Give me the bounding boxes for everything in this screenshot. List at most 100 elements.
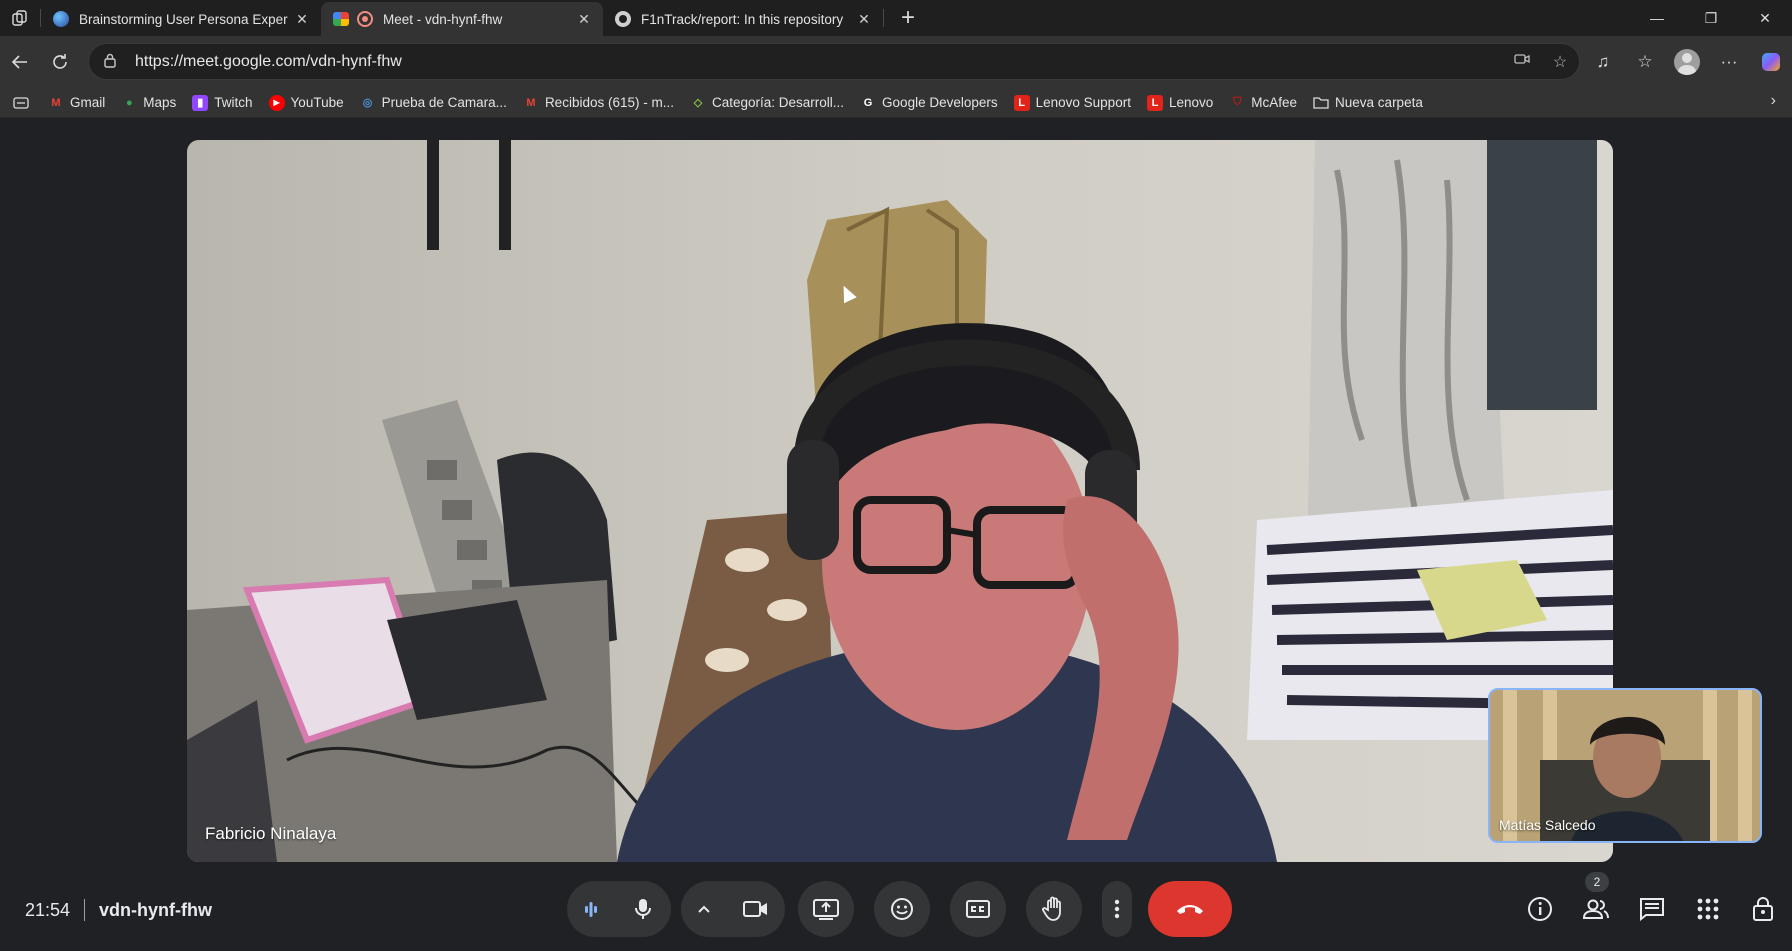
new-tab-button[interactable]: + bbox=[890, 0, 926, 36]
github-icon bbox=[615, 11, 631, 27]
chevron-right-icon[interactable]: › bbox=[1771, 92, 1776, 110]
google-icon: G bbox=[863, 96, 873, 109]
workspaces-icon[interactable] bbox=[0, 0, 40, 36]
bookmarks-bar: M Gmail ● Maps ▮ Twitch ▶ YouTube ◎ Prueba de… bbox=[0, 88, 1792, 118]
close-tab-icon[interactable]: ✕ bbox=[293, 10, 311, 28]
people-icon bbox=[1582, 899, 1609, 919]
bookmark-label: Maps bbox=[143, 95, 177, 110]
reactions-button[interactable] bbox=[874, 881, 930, 937]
present-screen-button[interactable] bbox=[798, 881, 854, 937]
bookmark-maps[interactable]: ● Maps bbox=[114, 90, 185, 116]
close-tab-icon[interactable]: ✕ bbox=[575, 10, 593, 28]
favorites-icon[interactable]: ☆ bbox=[1624, 36, 1666, 88]
host-controls-button[interactable] bbox=[1736, 881, 1792, 937]
url-text[interactable]: https://meet.google.com/vdn-hynf-fhw bbox=[135, 53, 1503, 71]
back-button[interactable] bbox=[0, 42, 40, 82]
more-menu-icon[interactable]: ··· bbox=[1708, 36, 1750, 88]
address-bar[interactable]: https://meet.google.com/vdn-hynf-fhw ☆ bbox=[88, 43, 1580, 80]
maps-icon: ● bbox=[125, 96, 133, 109]
minimize-button[interactable]: — bbox=[1630, 0, 1684, 36]
folder-icon bbox=[1313, 95, 1329, 111]
participant-name: Fabricio Ninalaya bbox=[205, 824, 337, 843]
bookmark-label: YouTube bbox=[290, 95, 344, 110]
chevron-up-icon[interactable] bbox=[697, 904, 711, 914]
info-icon bbox=[1528, 897, 1552, 921]
bookmark-label: Twitch bbox=[214, 95, 253, 110]
bookmark-twitch[interactable]: ▮ Twitch bbox=[185, 90, 261, 116]
bookmark-label: Prueba de Camara... bbox=[381, 95, 507, 110]
bookmark-inbox[interactable]: M Recibidos (615) - m... bbox=[516, 90, 683, 116]
meeting-code: vdn-hynf-fhw bbox=[99, 899, 213, 920]
tab-brainstorming[interactable]: Brainstorming User Persona Exper ✕ bbox=[41, 2, 321, 36]
tab-title: Brainstorming User Persona Exper bbox=[79, 11, 288, 27]
bookmark-label: Categoría: Desarroll... bbox=[711, 95, 845, 110]
microphone-button[interactable] bbox=[632, 897, 654, 921]
camera-control-group bbox=[681, 881, 785, 937]
bookmark-label: Lenovo bbox=[1168, 95, 1214, 110]
leave-call-button[interactable] bbox=[1148, 881, 1232, 937]
activities-button[interactable] bbox=[1680, 881, 1736, 937]
twitch-icon: ▮ bbox=[192, 94, 209, 111]
bookmark-lenovo-support[interactable]: L Lenovo Support bbox=[1007, 90, 1140, 116]
bookmark-label: McAfee bbox=[1251, 95, 1298, 110]
captions-button[interactable] bbox=[950, 881, 1006, 937]
avatar bbox=[1674, 49, 1700, 75]
meeting-info: 21:54 vdn-hynf-fhw bbox=[25, 899, 212, 921]
lenovo-icon: L bbox=[1146, 94, 1163, 111]
copilot-sidebar-icon[interactable] bbox=[1750, 36, 1792, 88]
tab-strip: Brainstorming User Persona Exper ✕ Meet … bbox=[0, 0, 1792, 36]
divider bbox=[84, 899, 86, 921]
bookmark-mcafee[interactable]: ⛉ McAfee bbox=[1222, 90, 1306, 116]
self-participant-name: Matías Salcedo bbox=[1499, 817, 1596, 833]
mic-control-group bbox=[567, 881, 671, 937]
bookmark-label: Lenovo Support bbox=[1035, 95, 1131, 110]
meet-control-bar: 21:54 vdn-hynf-fhw 2 bbox=[0, 855, 1792, 951]
chat-button[interactable] bbox=[1624, 881, 1680, 937]
bookmarks-menu-icon[interactable] bbox=[6, 90, 41, 116]
self-view-tile[interactable]: Matías Salcedo bbox=[1488, 688, 1762, 843]
bookmark-lenovo[interactable]: L Lenovo bbox=[1140, 90, 1222, 116]
main-video-tile[interactable]: Fabricio Ninalaya bbox=[187, 140, 1613, 862]
people-button[interactable]: 2 bbox=[1568, 872, 1624, 937]
bookmark-label: Google Developers bbox=[882, 95, 998, 110]
lenovo-icon: L bbox=[1013, 94, 1030, 111]
bookmark-label: Nueva carpeta bbox=[1335, 95, 1423, 110]
bookmark-category[interactable]: ◇ Categoría: Desarroll... bbox=[683, 90, 853, 116]
camera-in-use-icon[interactable] bbox=[1503, 52, 1541, 71]
camera-test-icon: ◎ bbox=[362, 97, 373, 109]
bookmark-folder[interactable]: Nueva carpeta bbox=[1306, 90, 1432, 116]
bookmark-youtube[interactable]: ▶ YouTube bbox=[262, 90, 353, 116]
bookmark-label: Gmail bbox=[70, 95, 106, 110]
refresh-button[interactable] bbox=[40, 42, 80, 82]
close-window-button[interactable]: ✕ bbox=[1738, 0, 1792, 36]
mcafee-icon: ⛉ bbox=[1233, 96, 1242, 108]
tab-github[interactable]: F1nTrack/report: In this repository ✕ bbox=[603, 2, 883, 36]
meeting-details-button[interactable] bbox=[1512, 881, 1568, 937]
diamond-icon: ◇ bbox=[693, 97, 703, 109]
meet-call-view: Fabricio Ninalaya Matías Salcedo bbox=[0, 119, 1792, 951]
read-aloud-icon[interactable]: ♫ bbox=[1582, 36, 1624, 88]
more-options-button[interactable] bbox=[1102, 881, 1132, 937]
bookmark-google-developers[interactable]: G Google Developers bbox=[853, 90, 1007, 116]
profile-icon[interactable] bbox=[1666, 36, 1708, 88]
tab-separator bbox=[883, 9, 884, 27]
toolbar-actions: ♫ ☆ ··· bbox=[1582, 36, 1792, 88]
restore-button[interactable]: ❐ bbox=[1684, 0, 1738, 36]
raise-hand-button[interactable] bbox=[1026, 881, 1082, 937]
participant-video bbox=[187, 140, 1613, 862]
tab-meet[interactable]: Meet - vdn-hynf-fhw ✕ bbox=[321, 2, 603, 36]
clock: 21:54 bbox=[25, 899, 71, 920]
call-side-actions: 2 bbox=[1512, 872, 1792, 937]
lock-person-icon bbox=[1753, 897, 1773, 921]
audio-level-icon bbox=[584, 899, 598, 919]
gmail-icon: M bbox=[51, 96, 61, 109]
bookmark-camera-test[interactable]: ◎ Prueba de Camara... bbox=[353, 90, 516, 116]
favorite-star-icon[interactable]: ☆ bbox=[1541, 52, 1579, 72]
gmail-icon: M bbox=[526, 96, 536, 109]
youtube-icon: ▶ bbox=[268, 94, 285, 111]
camera-button[interactable] bbox=[743, 899, 769, 919]
bookmark-gmail[interactable]: M Gmail bbox=[41, 90, 114, 116]
site-info-icon[interactable] bbox=[103, 52, 123, 71]
close-tab-icon[interactable]: ✕ bbox=[855, 10, 873, 28]
recording-indicator-icon bbox=[357, 11, 373, 27]
